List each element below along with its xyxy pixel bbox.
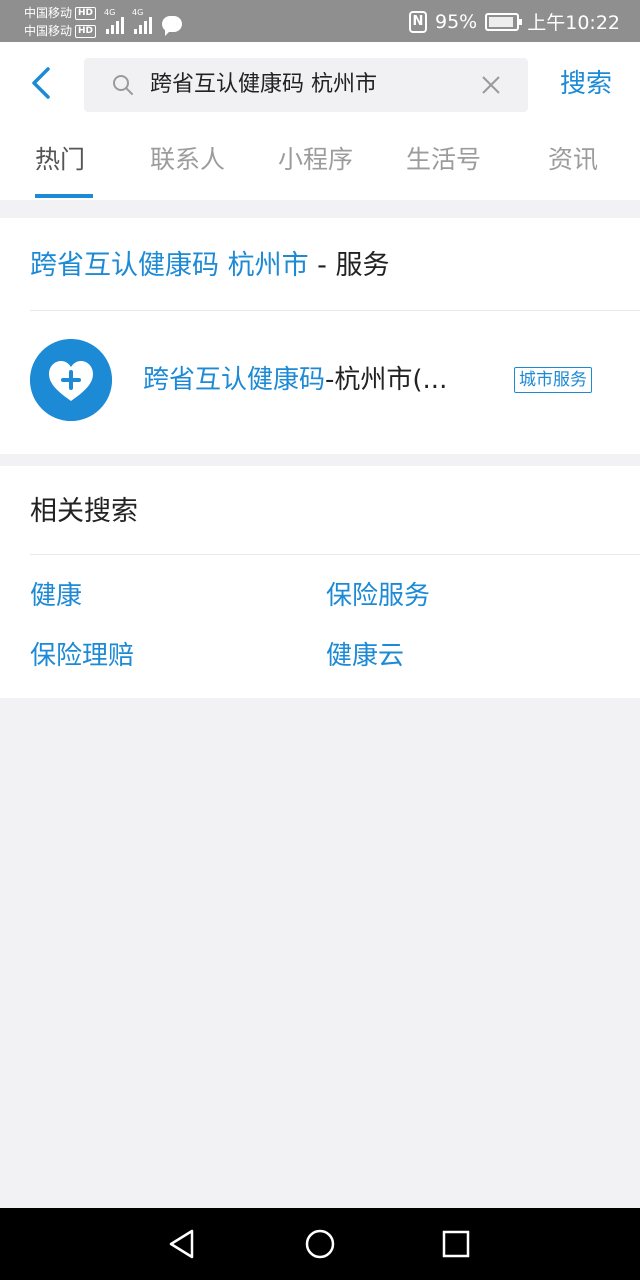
carrier-name: 中国移动 xyxy=(24,6,73,20)
carrier-row-1: 中国移动 HD xyxy=(24,4,97,22)
service-item[interactable]: 跨省互认健康码-杭州市(... 城市服务 xyxy=(0,311,640,454)
hd-badge: HD xyxy=(75,6,97,20)
clock: 上午10:22 xyxy=(527,12,620,34)
message-notification-icon xyxy=(162,16,183,36)
service-name: 跨省互认健康码-杭州市(... xyxy=(143,361,447,399)
result-tabs: 热门 联系人 小程序 生活号 资讯 xyxy=(0,128,640,200)
search-input[interactable]: 跨省互认健康码 杭州市 xyxy=(150,70,377,100)
network-type: 4G xyxy=(132,8,144,17)
status-bar: 中国移动 HD 中国移动 HD 4G 4G N 95% 上午10:22 xyxy=(0,0,640,42)
nav-back-icon[interactable] xyxy=(166,1228,198,1260)
nav-recents-icon[interactable] xyxy=(440,1228,472,1260)
nav-home-icon[interactable] xyxy=(304,1228,336,1260)
signal-icon: 4G xyxy=(132,8,153,34)
hd-badge: HD xyxy=(75,24,97,38)
status-right: N 95% 上午10:22 xyxy=(409,8,620,35)
heart-plus-icon xyxy=(30,339,112,421)
back-arrow-icon[interactable] xyxy=(30,66,52,100)
carrier-list: 中国移动 HD 中国移动 HD xyxy=(24,4,97,40)
tab-mini-programs[interactable]: 小程序 xyxy=(278,142,353,178)
search-box[interactable]: 跨省互认健康码 杭州市 xyxy=(84,58,528,112)
tab-contacts[interactable]: 联系人 xyxy=(150,142,225,178)
related-searches-title: 相关搜索 xyxy=(30,496,138,527)
service-name-highlight: 跨省互认健康码 xyxy=(143,365,326,395)
status-left: 中国移动 HD 中国移动 HD 4G 4G xyxy=(24,4,183,40)
signal-icon: 4G xyxy=(104,8,125,34)
related-search-link[interactable]: 健康云 xyxy=(326,638,404,674)
tab-life-accounts[interactable]: 生活号 xyxy=(406,142,481,178)
active-tab-indicator xyxy=(35,194,93,198)
service-name-rest: -杭州市(... xyxy=(325,365,448,395)
tab-news[interactable]: 资讯 xyxy=(548,142,598,178)
carrier-name: 中国移动 xyxy=(24,24,73,38)
battery-percent: 95% xyxy=(435,10,478,33)
clear-icon[interactable] xyxy=(480,74,502,96)
related-search-link[interactable]: 保险服务 xyxy=(326,578,430,614)
network-type: 4G xyxy=(104,8,116,17)
system-nav-bar xyxy=(0,1208,640,1280)
service-section: 跨省互认健康码 杭州市 - 服务 跨省互认健康码-杭州市(... 城市服务 xyxy=(0,218,640,454)
related-search-link[interactable]: 健康 xyxy=(30,578,82,614)
related-searches: 相关搜索 健康 保险服务 保险理赔 健康云 xyxy=(0,466,640,698)
related-search-link[interactable]: 保险理赔 xyxy=(30,638,134,674)
search-button[interactable]: 搜索 xyxy=(560,66,612,102)
divider xyxy=(30,554,640,555)
battery-icon xyxy=(485,12,523,31)
service-section-title[interactable]: 跨省互认健康码 杭州市 - 服务 xyxy=(30,246,390,286)
title-highlight: 跨省互认健康码 杭州市 xyxy=(30,250,309,281)
title-suffix: - 服务 xyxy=(308,250,390,281)
nfc-icon: N xyxy=(409,10,427,33)
tab-hot[interactable]: 热门 xyxy=(35,142,85,178)
carrier-row-2: 中国移动 HD xyxy=(24,22,97,40)
search-header: 跨省互认健康码 杭州市 搜索 xyxy=(0,42,640,128)
city-service-badge: 城市服务 xyxy=(514,367,592,393)
search-icon xyxy=(113,75,133,95)
